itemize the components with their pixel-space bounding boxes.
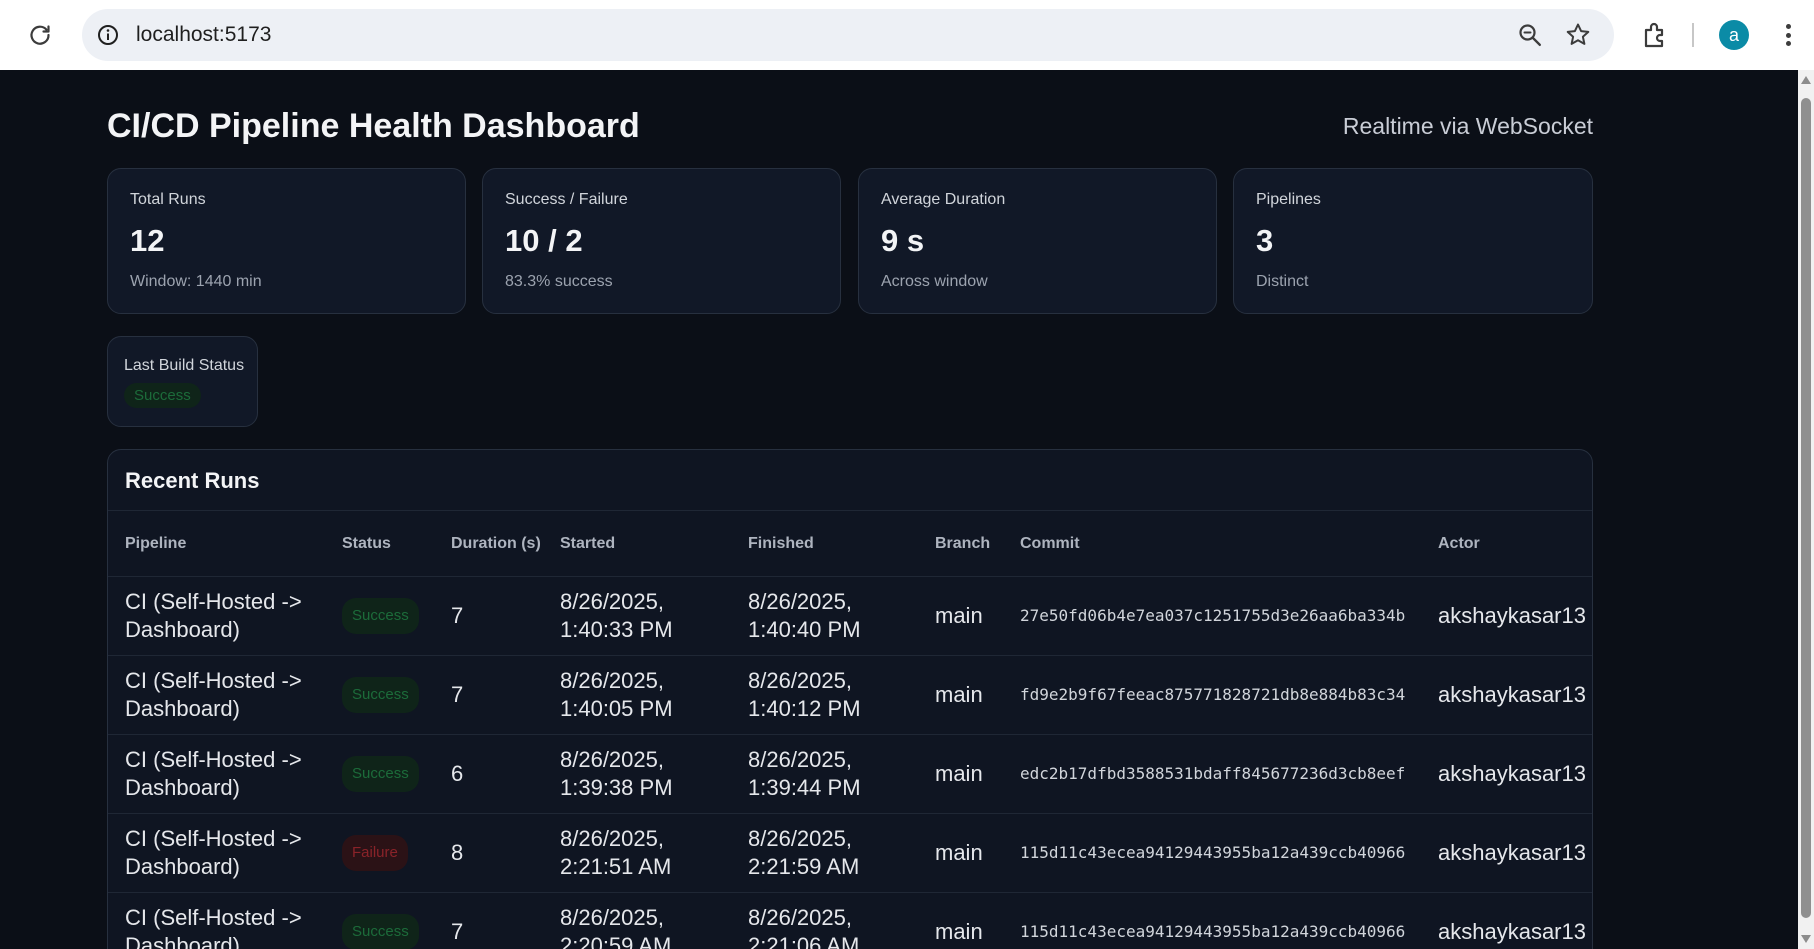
run-finished: 8/26/2025, 1:39:44 PM xyxy=(731,734,918,814)
run-duration: 7 xyxy=(434,655,543,735)
run-started: 8/26/2025, 2:20:59 AM xyxy=(543,892,731,949)
run-branch: main xyxy=(918,576,1003,656)
stat-card-value: 10 / 2 xyxy=(505,223,583,258)
run-status-badge: Failure xyxy=(342,835,408,871)
run-pipeline: CI (Self-Hosted -> Dashboard) xyxy=(108,576,325,656)
column-header-commit[interactable]: Commit xyxy=(1003,510,1421,577)
run-pipeline: CI (Self-Hosted -> Dashboard) xyxy=(108,813,325,893)
stat-card-success-failure: Success / Failure 10 / 2 83.3% success xyxy=(482,168,841,314)
stat-card-pipelines: Pipelines 3 Distinct xyxy=(1233,168,1593,314)
page-viewport: CI/CD Pipeline Health Dashboard Realtime… xyxy=(0,70,1798,949)
column-header-actor[interactable]: Actor xyxy=(1421,510,1592,577)
table-row[interactable]: CI (Self-Hosted -> Dashboard) Success 7 … xyxy=(108,576,1592,656)
stat-card-total-runs: Total Runs 12 Window: 1440 min xyxy=(107,168,466,314)
stat-card-label: Success / Failure xyxy=(505,191,628,208)
run-commit: 115d11c43ecea94129443955ba12a439ccb40966 xyxy=(1003,813,1421,893)
run-branch: main xyxy=(918,892,1003,949)
table-row[interactable]: CI (Self-Hosted -> Dashboard) Success 6 … xyxy=(108,734,1592,814)
run-started: 8/26/2025, 1:40:05 PM xyxy=(543,655,731,735)
stat-card-average-duration: Average Duration 9 s Across window xyxy=(858,168,1217,314)
run-pipeline: CI (Self-Hosted -> Dashboard) xyxy=(108,655,325,735)
dashboard-header: CI/CD Pipeline Health Dashboard Realtime… xyxy=(107,107,1593,157)
table-row[interactable]: CI (Self-Hosted -> Dashboard) Success 7 … xyxy=(108,892,1592,949)
run-actor: akshaykasar13 xyxy=(1421,813,1592,893)
stat-card-subtext: 83.3% success xyxy=(505,273,613,290)
last-build-status-badge: Success xyxy=(124,383,201,408)
run-branch: main xyxy=(918,813,1003,893)
run-status-badge: Success xyxy=(342,598,419,634)
recent-runs-title: Recent Runs xyxy=(125,468,260,493)
browser-menu-icon[interactable] xyxy=(1778,20,1798,50)
run-finished: 8/26/2025, 1:40:12 PM xyxy=(731,655,918,735)
extensions-icon[interactable] xyxy=(1640,19,1672,51)
run-commit: 27e50fd06b4e7ea037c1251755d3e26aa6ba334b xyxy=(1003,576,1421,656)
run-commit: edc2b17dfbd3588531bdaff845677236d3cb8eef xyxy=(1003,734,1421,814)
stat-card-value: 9 s xyxy=(881,223,925,258)
table-header-row: Pipeline Status Duration (s) Started Fin… xyxy=(108,510,1592,577)
reload-icon[interactable] xyxy=(26,21,54,49)
run-duration: 6 xyxy=(434,734,543,814)
run-finished: 8/26/2025, 1:40:40 PM xyxy=(731,576,918,656)
stat-card-subtext: Distinct xyxy=(1256,273,1309,290)
stat-card-subtext: Window: 1440 min xyxy=(130,273,262,290)
run-actor: akshaykasar13 xyxy=(1421,655,1592,735)
scroll-up-arrow-icon[interactable] xyxy=(1801,76,1811,84)
stat-card-label: Total Runs xyxy=(130,191,206,208)
page-title: CI/CD Pipeline Health Dashboard xyxy=(107,107,640,145)
run-pipeline: CI (Self-Hosted -> Dashboard) xyxy=(108,734,325,814)
column-header-branch[interactable]: Branch xyxy=(918,510,1003,577)
scroll-down-arrow-icon[interactable] xyxy=(1801,935,1811,943)
zoom-icon[interactable] xyxy=(1516,21,1544,49)
last-build-label: Last Build Status xyxy=(124,357,245,374)
run-actor: akshaykasar13 xyxy=(1421,734,1592,814)
run-started: 8/26/2025, 2:21:51 AM xyxy=(543,813,731,893)
browser-toolbar: localhost:5173 a xyxy=(0,0,1814,70)
table-row[interactable]: CI (Self-Hosted -> Dashboard) Success 7 … xyxy=(108,655,1592,735)
stat-card-value: 12 xyxy=(130,223,165,258)
profile-avatar[interactable]: a xyxy=(1719,20,1749,50)
column-header-started[interactable]: Started xyxy=(543,510,731,577)
address-bar[interactable]: localhost:5173 xyxy=(82,9,1614,61)
page-scrollbar[interactable] xyxy=(1798,70,1814,949)
run-branch: main xyxy=(918,655,1003,735)
stat-card-subtext: Across window xyxy=(881,273,988,290)
run-actor: akshaykasar13 xyxy=(1421,892,1592,949)
run-commit: 115d11c43ecea94129443955ba12a439ccb40966 xyxy=(1003,892,1421,949)
run-finished: 8/26/2025, 2:21:06 AM xyxy=(731,892,918,949)
run-duration: 7 xyxy=(434,576,543,656)
last-build-status-card: Last Build Status Success xyxy=(107,336,258,427)
bookmark-star-icon[interactable] xyxy=(1564,21,1592,49)
recent-runs-panel: Recent Runs Pipeline Status Duration (s)… xyxy=(107,449,1593,949)
stat-cards: Total Runs 12 Window: 1440 min Success /… xyxy=(107,168,1593,314)
stat-card-label: Average Duration xyxy=(881,191,1006,208)
run-status-badge: Success xyxy=(342,914,419,949)
run-commit: fd9e2b9f67feeac875771828721db8e884b83c34 xyxy=(1003,655,1421,735)
run-status-badge: Success xyxy=(342,756,419,792)
site-info-icon[interactable] xyxy=(96,23,120,47)
run-status-badge: Success xyxy=(342,677,419,713)
toolbar-divider xyxy=(1692,23,1694,47)
run-duration: 8 xyxy=(434,813,543,893)
run-duration: 7 xyxy=(434,892,543,949)
realtime-indicator: Realtime via WebSocket xyxy=(1342,113,1593,139)
run-started: 8/26/2025, 1:40:33 PM xyxy=(543,576,731,656)
stat-card-value: 3 xyxy=(1256,223,1274,258)
run-pipeline: CI (Self-Hosted -> Dashboard) xyxy=(108,892,325,949)
table-row[interactable]: CI (Self-Hosted -> Dashboard) Failure 8 … xyxy=(108,813,1592,893)
run-finished: 8/26/2025, 2:21:59 AM xyxy=(731,813,918,893)
url-text[interactable]: localhost:5173 xyxy=(136,23,271,47)
column-header-finished[interactable]: Finished xyxy=(731,510,918,577)
scrollbar-thumb[interactable] xyxy=(1801,98,1811,918)
column-header-pipeline[interactable]: Pipeline xyxy=(108,510,325,577)
run-started: 8/26/2025, 1:39:38 PM xyxy=(543,734,731,814)
stat-card-label: Pipelines xyxy=(1256,191,1321,208)
column-header-duration[interactable]: Duration (s) xyxy=(434,510,543,577)
run-branch: main xyxy=(918,734,1003,814)
recent-runs-table: Pipeline Status Duration (s) Started Fin… xyxy=(108,510,1592,949)
column-header-status[interactable]: Status xyxy=(325,510,434,577)
run-actor: akshaykasar13 xyxy=(1421,576,1592,656)
